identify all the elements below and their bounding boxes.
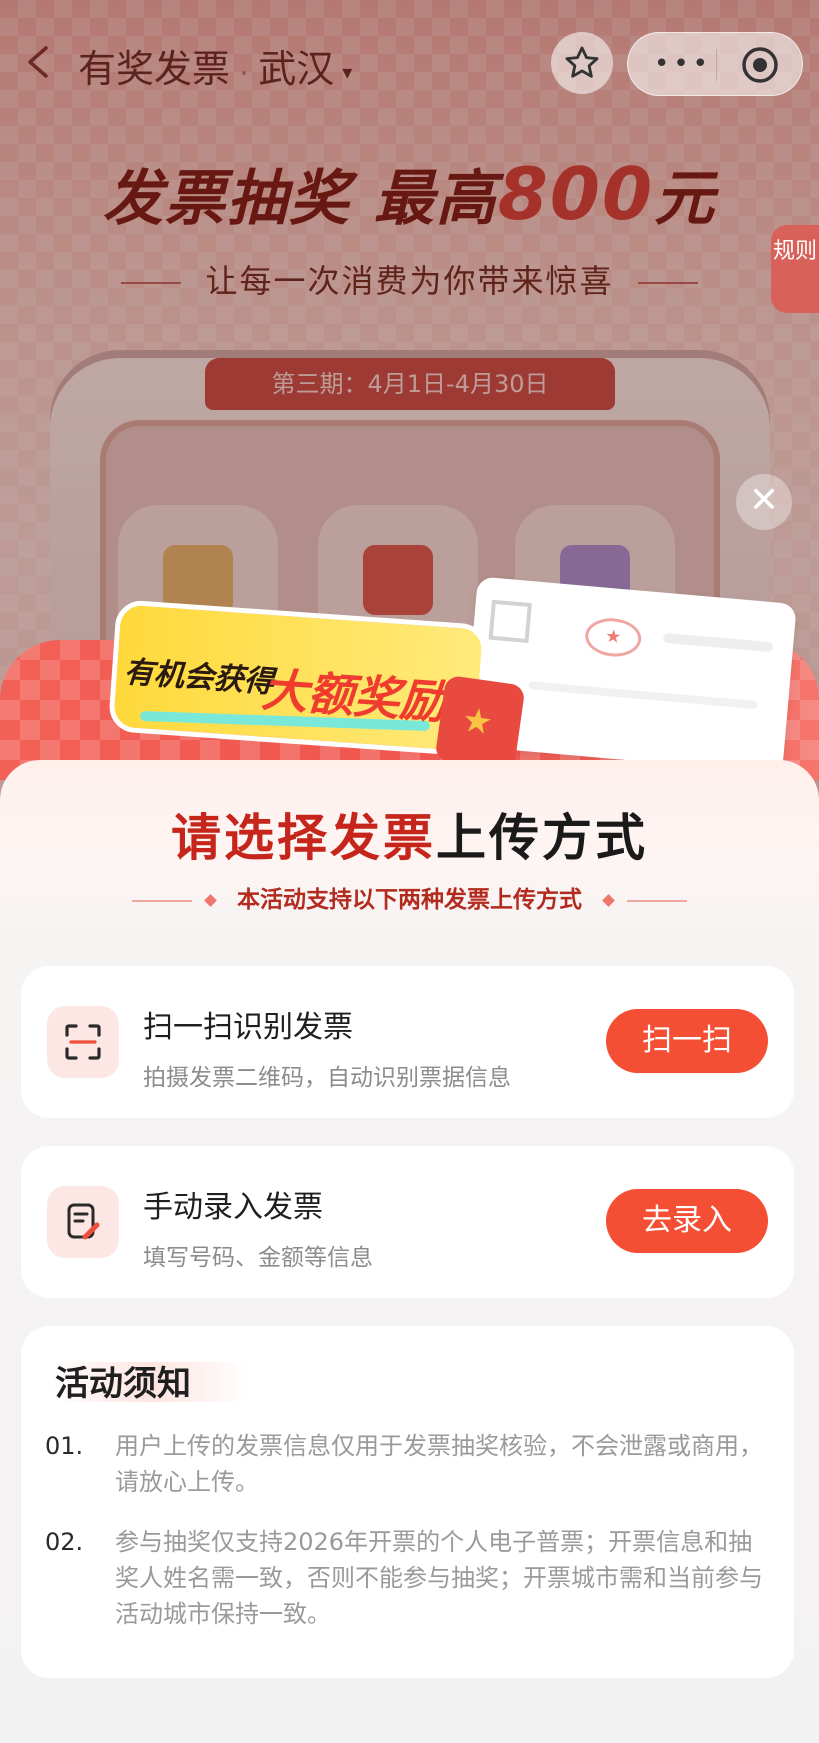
activity-notice-card: 活动须知 01. 用户上传的发票信息仅用于发票抽奖核验，不会泄露或商用，请放心上… bbox=[21, 1326, 794, 1678]
city-selector[interactable]: 武汉 bbox=[258, 47, 334, 91]
divider-line bbox=[131, 899, 192, 902]
scan-option-title: 扫一扫识别发票 bbox=[143, 1010, 353, 1045]
capsule-divider bbox=[716, 49, 717, 81]
qr-code-icon bbox=[488, 599, 532, 644]
close-popup-button[interactable]: ✕ bbox=[736, 474, 792, 530]
star-icon: ★ bbox=[459, 699, 496, 744]
nav-title-text: 有奖发票 bbox=[78, 47, 231, 91]
scan-option-desc: 拍摄发票二维码，自动识别票据信息 bbox=[143, 1065, 511, 1091]
seal-icon: ★ bbox=[583, 616, 643, 659]
notice-item-number: 02. bbox=[45, 1528, 84, 1556]
red-envelope-illustration: ★ bbox=[434, 674, 526, 772]
edit-document-icon bbox=[67, 1203, 100, 1240]
manual-option-desc: 填写号码、金额等信息 bbox=[143, 1245, 373, 1271]
star-icon bbox=[565, 46, 599, 78]
sheet-title: 请选择发票上传方式 bbox=[0, 798, 819, 870]
favorite-button[interactable] bbox=[551, 32, 613, 94]
back-button[interactable] bbox=[18, 40, 62, 84]
mini-program-capsule: ••• bbox=[627, 32, 803, 96]
sheet-title-highlight: 请选择发票 bbox=[171, 809, 436, 867]
nav-title[interactable]: 有奖发票 · 武汉 ▾ bbox=[78, 38, 352, 93]
promo-text-2: 大额奖励 bbox=[260, 662, 448, 730]
nav-bar: 有奖发票 · 武汉 ▾ ••• bbox=[0, 0, 819, 130]
manual-icon-box bbox=[47, 1186, 119, 1258]
notice-item-text: 参与抽奖仅支持2026年开票的个人电子普票；开票信息和抽奖人姓名需一致，否则不能… bbox=[115, 1528, 763, 1628]
notice-item-number: 01. bbox=[45, 1432, 84, 1460]
scan-option-card[interactable]: 扫一扫识别发票 拍摄发票二维码，自动识别票据信息 扫一扫 bbox=[21, 966, 794, 1118]
diamond-icon bbox=[204, 894, 217, 907]
notice-item: 02. 参与抽奖仅支持2026年开票的个人电子普票；开票信息和抽奖人姓名需一致，… bbox=[45, 1524, 775, 1632]
diamond-icon bbox=[602, 894, 615, 907]
notice-item: 01. 用户上传的发票信息仅用于发票抽奖核验，不会泄露或商用，请放心上传。 bbox=[45, 1428, 775, 1500]
chevron-left-icon bbox=[28, 46, 48, 78]
target-icon[interactable] bbox=[740, 45, 780, 85]
scan-icon-box bbox=[47, 1006, 119, 1078]
more-icon[interactable]: ••• bbox=[654, 49, 712, 79]
manual-entry-button[interactable]: 去录入 bbox=[606, 1189, 768, 1253]
caret-down-icon: ▾ bbox=[342, 59, 353, 84]
close-icon: ✕ bbox=[748, 480, 780, 521]
sheet-title-rest: 上传方式 bbox=[436, 809, 648, 867]
divider-line bbox=[627, 899, 688, 902]
notice-title: 活动须知 bbox=[55, 1364, 191, 1404]
notice-item-text: 用户上传的发票信息仅用于发票抽奖核验，不会泄露或商用，请放心上传。 bbox=[115, 1432, 763, 1496]
invoice-line bbox=[528, 681, 759, 710]
sheet-subtitle: 本活动支持以下两种发票上传方式 bbox=[0, 880, 819, 914]
sheet-subtitle-text: 本活动支持以下两种发票上传方式 bbox=[237, 887, 582, 913]
manual-option-title: 手动录入发票 bbox=[143, 1190, 323, 1225]
scan-icon bbox=[65, 1024, 101, 1060]
manual-option-card[interactable]: 手动录入发票 填写号码、金额等信息 去录入 bbox=[21, 1146, 794, 1298]
rules-tab[interactable]: 规则 bbox=[771, 225, 819, 313]
scan-button[interactable]: 扫一扫 bbox=[606, 1009, 768, 1073]
invoice-line bbox=[662, 632, 774, 653]
nav-separator: · bbox=[240, 59, 249, 89]
